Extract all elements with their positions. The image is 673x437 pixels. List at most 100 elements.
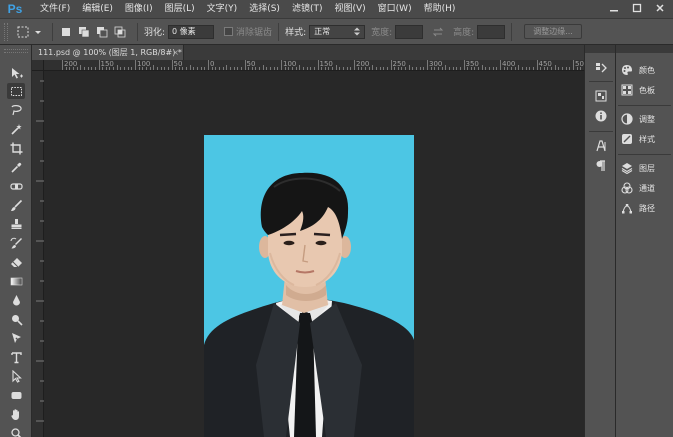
refine-edge-button[interactable]: 调整边缘... bbox=[524, 24, 582, 39]
history-panel-icon[interactable] bbox=[594, 61, 608, 75]
eyedropper-tool[interactable] bbox=[7, 159, 25, 175]
path-selection-tool[interactable] bbox=[7, 368, 25, 384]
history-brush-tool[interactable] bbox=[7, 235, 25, 251]
ruler-tick bbox=[138, 67, 140, 70]
info-panel-icon[interactable] bbox=[594, 109, 608, 123]
photoshop-logo: Ps bbox=[7, 2, 23, 16]
antialias-checkbox[interactable] bbox=[224, 27, 234, 36]
ruler-tick bbox=[204, 67, 206, 70]
pen-tool[interactable] bbox=[7, 330, 25, 346]
swap-dimensions-icon[interactable] bbox=[431, 25, 445, 39]
gradient-tool[interactable] bbox=[7, 273, 25, 289]
paragraph-panel-icon[interactable] bbox=[594, 159, 608, 173]
style-select[interactable]: 正常 bbox=[309, 24, 366, 39]
new-selection-icon[interactable] bbox=[59, 25, 73, 39]
channels-panel-button[interactable]: 通道 bbox=[620, 180, 670, 196]
ruler-tick bbox=[200, 67, 202, 70]
ruler-tick bbox=[576, 67, 578, 70]
ruler-origin[interactable] bbox=[32, 60, 44, 71]
ruler-tick bbox=[248, 67, 250, 70]
crop-tool[interactable] bbox=[7, 140, 25, 156]
zoom-icon bbox=[10, 427, 22, 437]
dodge-tool[interactable] bbox=[7, 311, 25, 327]
hand-tool[interactable] bbox=[7, 406, 25, 422]
menu-view[interactable]: 视图(V) bbox=[328, 0, 371, 18]
vertical-ruler-ticks bbox=[36, 80, 44, 422]
subtract-selection-icon[interactable] bbox=[95, 25, 109, 39]
window-controls bbox=[602, 0, 671, 18]
toolbar-grip[interactable] bbox=[4, 49, 28, 53]
menu-image[interactable]: 图像(I) bbox=[119, 0, 159, 18]
ruler-tick bbox=[441, 67, 443, 70]
menu-select[interactable]: 选择(S) bbox=[243, 0, 286, 18]
document-canvas[interactable] bbox=[204, 135, 414, 437]
document-tab[interactable]: 111.psd @ 100% (图层 1, RGB/8#) * × bbox=[32, 45, 184, 60]
tool-preset-dropdown-icon[interactable] bbox=[34, 25, 42, 39]
rectangular-marquee-tool[interactable] bbox=[7, 83, 25, 99]
quick-selection-tool[interactable] bbox=[7, 121, 25, 137]
separator bbox=[589, 81, 613, 82]
menu-layer[interactable]: 图层(L) bbox=[159, 0, 201, 18]
height-input[interactable] bbox=[477, 24, 506, 39]
color-panel-button[interactable]: 颜色 bbox=[620, 62, 670, 78]
eraser-tool[interactable] bbox=[7, 254, 25, 270]
brush-tool[interactable] bbox=[7, 197, 25, 213]
ruler-tick bbox=[94, 67, 96, 70]
swatches-panel-button[interactable]: 色板 bbox=[620, 82, 670, 98]
zoom-tool[interactable] bbox=[7, 425, 25, 437]
close-button[interactable] bbox=[649, 0, 671, 16]
ruler-tick bbox=[383, 67, 385, 70]
layers-panel-button[interactable]: 图层 bbox=[620, 160, 670, 176]
healing-brush-tool[interactable] bbox=[7, 178, 25, 194]
lasso-tool[interactable] bbox=[7, 102, 25, 118]
ruler-tick bbox=[405, 67, 407, 70]
menu-edit[interactable]: 编辑(E) bbox=[76, 0, 119, 18]
ruler-tick bbox=[416, 67, 418, 70]
ruler-tick bbox=[368, 67, 370, 70]
move-tool[interactable] bbox=[7, 65, 25, 81]
ruler-tick bbox=[306, 67, 308, 70]
ruler-tick bbox=[266, 67, 268, 70]
maximize-button[interactable] bbox=[626, 0, 648, 16]
character-panel-icon[interactable] bbox=[594, 139, 608, 153]
tool-preset-marquee-icon[interactable] bbox=[16, 25, 30, 39]
ruler-tick bbox=[277, 67, 279, 70]
layers-stack-icon bbox=[620, 161, 634, 175]
menu-help[interactable]: 帮助(H) bbox=[418, 0, 462, 18]
dock-header[interactable] bbox=[585, 45, 615, 53]
intersect-selection-icon[interactable] bbox=[113, 25, 127, 39]
horizontal-ruler[interactable]: 200 150 100 50 0 50 100 150 200 250 300 350 400 450 50… bbox=[44, 60, 584, 71]
properties-panel-icon[interactable] bbox=[594, 89, 608, 103]
menu-type[interactable]: 文字(Y) bbox=[201, 0, 244, 18]
paths-panel-button[interactable]: 路径 bbox=[620, 200, 670, 216]
ruler-tick bbox=[167, 67, 169, 70]
vertical-ruler[interactable] bbox=[32, 71, 44, 437]
ruler-tick bbox=[565, 67, 567, 70]
menu-filter[interactable]: 滤镜(T) bbox=[286, 0, 329, 18]
ruler-tick bbox=[102, 67, 104, 70]
styles-panel-button[interactable]: 样式 bbox=[620, 131, 670, 147]
minimize-button[interactable] bbox=[603, 0, 625, 16]
blur-tool[interactable] bbox=[7, 292, 25, 308]
add-selection-icon[interactable] bbox=[77, 25, 91, 39]
ruler-tick bbox=[145, 67, 147, 70]
ruler-tick bbox=[445, 65, 447, 70]
type-tool[interactable] bbox=[7, 349, 25, 365]
adjustments-panel-button[interactable]: 调整 bbox=[620, 111, 670, 127]
ruler-tick bbox=[485, 67, 487, 70]
ruler-tick bbox=[211, 67, 213, 70]
dock-header[interactable] bbox=[616, 45, 673, 53]
feather-input[interactable]: 0 像素 bbox=[168, 24, 215, 39]
ruler-tick bbox=[135, 60, 136, 70]
canvas-area[interactable] bbox=[44, 71, 584, 437]
width-input[interactable] bbox=[395, 24, 424, 39]
clone-stamp-tool[interactable] bbox=[7, 216, 25, 232]
ruler-tick bbox=[208, 60, 209, 70]
tools-panel bbox=[0, 45, 32, 437]
ruler-tick bbox=[175, 67, 177, 70]
shape-tool[interactable] bbox=[7, 387, 25, 403]
document-close-icon[interactable]: × bbox=[172, 45, 179, 60]
menu-window[interactable]: 窗口(W) bbox=[372, 0, 418, 18]
ruler-tick bbox=[481, 65, 483, 70]
menu-file[interactable]: 文件(F) bbox=[34, 0, 76, 18]
